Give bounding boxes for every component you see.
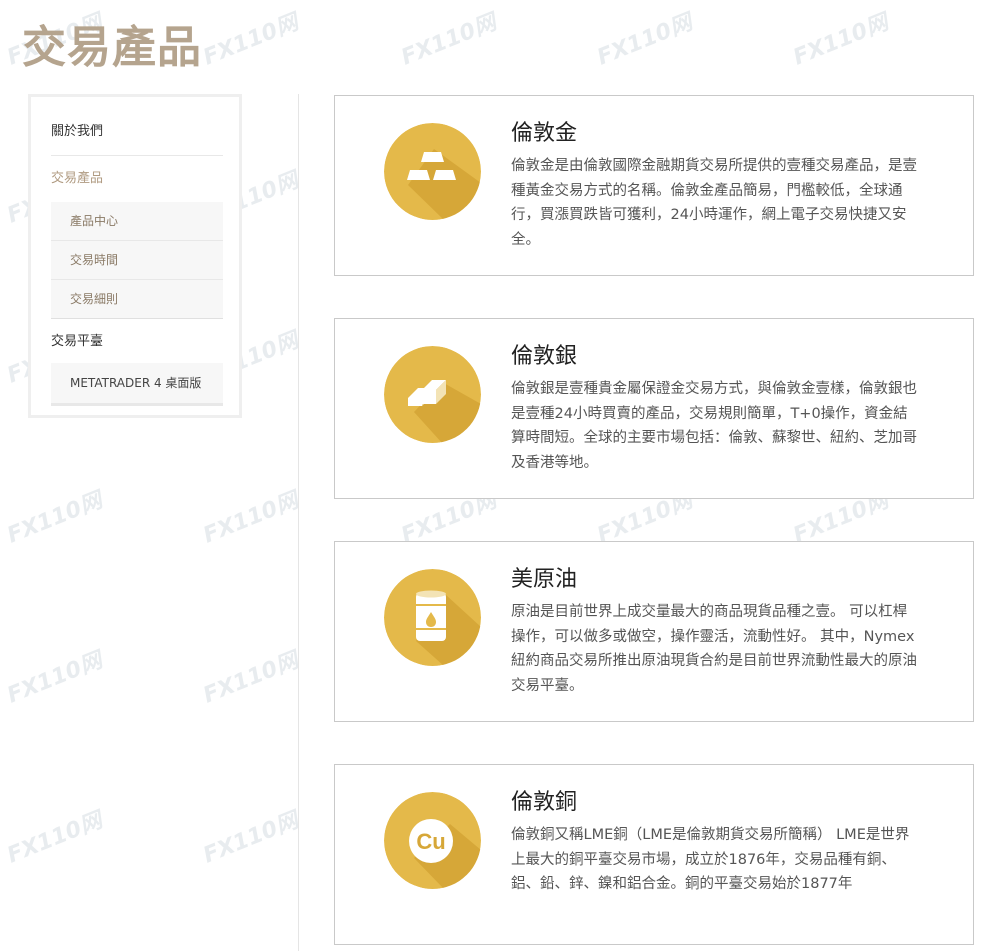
watermark: FX110网: [789, 10, 892, 71]
product-title: 美原油: [511, 567, 578, 592]
svg-text:Cu: Cu: [416, 829, 445, 854]
sidebar-nav: 關於我們 交易產品 產品中心 交易時間 交易細則 交易平臺 METATRADER…: [28, 94, 242, 418]
copper-cu-icon: Cu: [384, 792, 481, 889]
product-title: 倫敦銅: [511, 790, 578, 815]
watermark: FX110网: [199, 648, 302, 709]
sidebar-item-product-center[interactable]: 產品中心: [51, 202, 223, 241]
sidebar-item-about[interactable]: 關於我們: [51, 97, 223, 156]
watermark: FX110网: [3, 488, 106, 549]
vertical-divider: [298, 94, 299, 951]
sidebar-menu: 關於我們 交易產品 產品中心 交易時間 交易細則 交易平臺 METATRADER…: [51, 97, 223, 406]
product-card-copper[interactable]: Cu 倫敦銅 倫敦銅又稱LME銅（LME是倫敦期貨交易所簡稱） LME是世界上最…: [334, 764, 974, 945]
sidebar-item-trading-rules[interactable]: 交易細則: [51, 280, 223, 318]
watermark: FX110网: [199, 10, 302, 71]
oil-barrel-icon: [384, 569, 481, 666]
product-card-gold[interactable]: 倫敦金 倫敦金是由倫敦國際金融期貨交易所提供的壹種交易產品，是壹種黃金交易方式的…: [334, 95, 974, 276]
watermark: FX110网: [593, 10, 696, 71]
sidebar-item-platform[interactable]: 交易平臺: [51, 318, 223, 363]
watermark: FX110网: [199, 808, 302, 869]
watermark: FX110网: [3, 808, 106, 869]
sidebar-item-trading-hours[interactable]: 交易時間: [51, 241, 223, 280]
sidebar-item-mt4-desktop[interactable]: METATRADER 4 桌面版: [51, 363, 223, 406]
gold-bars-icon: [384, 123, 481, 220]
page: FX110网 FX110网 FX110网 FX110网 FX110网 FX110…: [0, 0, 986, 951]
watermark: FX110网: [199, 488, 302, 549]
watermark: FX110网: [397, 10, 500, 71]
product-title: 倫敦金: [511, 121, 578, 146]
product-description: 倫敦銀是壹種貴金屬保證金交易方式，與倫敦金壹樣，倫敦銀也是壹種24小時買賣的產品…: [511, 381, 917, 471]
product-card-crude-oil[interactable]: 美原油 原油是目前世界上成交量最大的商品現貨品種之壹。 可以杠桿操作，可以做多或…: [334, 541, 974, 722]
product-title: 倫敦銀: [511, 344, 578, 369]
product-description: 原油是目前世界上成交量最大的商品現貨品種之壹。 可以杠桿操作，可以做多或做空，操…: [511, 604, 917, 694]
page-title: 交易產品: [22, 22, 202, 73]
sidebar-submenu-products: 產品中心 交易時間 交易細則: [51, 202, 223, 318]
product-description: 倫敦金是由倫敦國際金融期貨交易所提供的壹種交易產品，是壹種黃金交易方式的名稱。倫…: [511, 158, 917, 248]
product-card-silver[interactable]: 倫敦銀 倫敦銀是壹種貴金屬保證金交易方式，與倫敦金壹樣，倫敦銀也是壹種24小時買…: [334, 318, 974, 499]
watermark: FX110网: [3, 648, 106, 709]
sidebar-item-products[interactable]: 交易產品: [51, 156, 223, 202]
silver-bars-icon: [384, 346, 481, 443]
product-description: 倫敦銅又稱LME銅（LME是倫敦期貨交易所簡稱） LME是世界上最大的銅平臺交易…: [511, 827, 910, 892]
